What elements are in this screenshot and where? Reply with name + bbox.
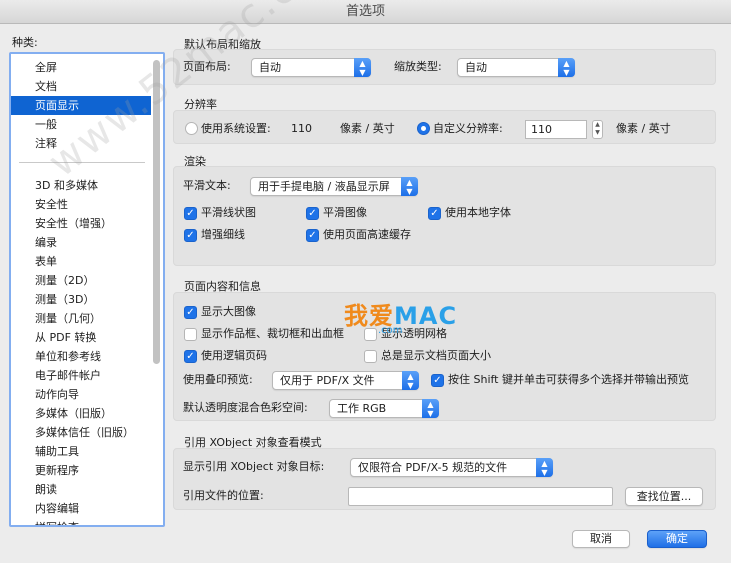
category-item[interactable]: 单位和参考线 xyxy=(11,347,151,366)
resolution-group: 使用系统设置: 110 像素 / 英寸 自定义分辨率: 110 ▲ ▼ 像素 / … xyxy=(173,110,716,144)
use-page-cache-label: 使用页面高速缓存 xyxy=(323,228,411,241)
category-item[interactable]: 内容编辑 xyxy=(11,499,151,518)
category-item[interactable]: 动作向导 xyxy=(11,385,151,404)
custom-resolution-stepper[interactable]: ▲ ▼ xyxy=(592,120,603,139)
system-resolution-radio[interactable] xyxy=(185,122,198,135)
category-item[interactable]: 从 PDF 转换 xyxy=(11,328,151,347)
category-item[interactable]: 多媒体信任（旧版） xyxy=(11,423,151,442)
ref-location-input[interactable] xyxy=(348,487,613,506)
enhance-thin-lines-label: 增强细线 xyxy=(201,228,245,241)
category-item[interactable]: 测量（3D） xyxy=(11,290,151,309)
xobject-group: 显示引用 XObject 对象目标: 仅限符合 PDF/X-5 规范的文件 ▲ ▼… xyxy=(173,448,716,510)
category-item[interactable]: 编录 xyxy=(11,233,151,252)
categories-label: 种类: xyxy=(12,36,38,49)
xobject-target-value: 仅限符合 PDF/X-5 规范的文件 xyxy=(358,461,508,474)
window-title: 首选项 xyxy=(0,0,731,24)
overprint-popup[interactable]: 仅用于 PDF/X 文件 ▲ ▼ xyxy=(272,371,419,390)
shift-key-output-checkbox[interactable]: ✓ xyxy=(431,374,444,387)
page-layout-popup[interactable]: 自动 ▲ ▼ xyxy=(251,58,371,77)
category-item[interactable]: 多媒体（旧版） xyxy=(11,404,151,423)
custom-resolution-input[interactable]: 110 xyxy=(525,120,587,139)
zoom-type-value: 自动 xyxy=(465,61,487,74)
smooth-line-art-label: 平滑线状图 xyxy=(201,206,256,219)
enhance-thin-lines-checkbox[interactable]: ✓ xyxy=(184,229,197,242)
system-resolution-label: 使用系统设置: xyxy=(201,122,271,135)
blend-space-popup[interactable]: 工作 RGB ▲ ▼ xyxy=(329,399,439,418)
smooth-text-popup[interactable]: 用于手提电脑 / 液晶显示屏 ▲ ▼ xyxy=(250,177,418,196)
updown-chevron-icon: ▲ ▼ xyxy=(558,58,575,77)
show-art-trim-bleed-checkbox[interactable] xyxy=(184,328,197,341)
show-large-images-checkbox[interactable]: ✓ xyxy=(184,306,197,319)
blend-space-label: 默认透明度混合色彩空间: xyxy=(183,401,308,414)
custom-resolution-unit: 像素 / 英寸 xyxy=(616,122,671,135)
category-item[interactable]: 电子邮件帐户 xyxy=(11,366,151,385)
smooth-images-checkbox[interactable]: ✓ xyxy=(306,207,319,220)
show-doc-page-size-label: 总是显示文档页面大小 xyxy=(381,349,491,362)
logical-page-numbers-label: 使用逻辑页码 xyxy=(201,349,267,362)
xobject-target-label: 显示引用 XObject 对象目标: xyxy=(183,460,325,473)
zoom-type-popup[interactable]: 自动 ▲ ▼ xyxy=(457,58,575,77)
use-local-fonts-checkbox[interactable]: ✓ xyxy=(428,207,441,220)
custom-resolution-label: 自定义分辨率: xyxy=(433,122,503,135)
layout-group: 页面布局: 自动 ▲ ▼ 缩放类型: 自动 ▲ ▼ xyxy=(173,49,716,85)
category-item[interactable]: 测量（几何） xyxy=(11,309,151,328)
cancel-button[interactable]: 取消 xyxy=(572,530,630,548)
smooth-text-label: 平滑文本: xyxy=(183,179,231,192)
updown-chevron-icon: ▲ ▼ xyxy=(422,399,439,418)
smooth-text-value: 用于手提电脑 / 液晶显示屏 xyxy=(258,180,390,193)
category-item[interactable]: 全屏 xyxy=(11,58,151,77)
category-item[interactable]: 表单 xyxy=(11,252,151,271)
category-item[interactable]: 更新程序 xyxy=(11,461,151,480)
ref-location-label: 引用文件的位置: xyxy=(183,489,264,502)
category-item[interactable]: 安全性（增强） xyxy=(11,214,151,233)
smooth-images-label: 平滑图像 xyxy=(323,206,367,219)
logical-page-numbers-checkbox[interactable]: ✓ xyxy=(184,350,197,363)
overprint-label: 使用叠印预览: xyxy=(183,373,253,386)
updown-chevron-icon: ▲ ▼ xyxy=(401,177,418,196)
overprint-value: 仅用于 PDF/X 文件 xyxy=(280,374,375,387)
blend-space-value: 工作 RGB xyxy=(337,402,387,415)
use-local-fonts-label: 使用本地字体 xyxy=(445,206,511,219)
show-large-images-label: 显示大图像 xyxy=(201,305,256,318)
custom-resolution-radio[interactable] xyxy=(417,122,430,135)
ok-button[interactable]: 确定 xyxy=(647,530,707,548)
xobject-target-popup[interactable]: 仅限符合 PDF/X-5 规范的文件 ▲ ▼ xyxy=(350,458,553,477)
brand-watermark-mac: MAC xyxy=(394,302,458,330)
category-item[interactable]: 辅助工具 xyxy=(11,442,151,461)
category-item[interactable]: 3D 和多媒体 xyxy=(11,176,151,195)
brand-watermark-url: .com xyxy=(378,325,403,336)
updown-chevron-icon: ▲ ▼ xyxy=(536,458,553,477)
category-item[interactable]: 安全性 xyxy=(11,195,151,214)
browse-location-button[interactable]: 查找位置... xyxy=(625,487,703,506)
system-resolution-value: 110 xyxy=(291,122,312,135)
show-art-trim-bleed-label: 显示作品框、裁切框和出血框 xyxy=(201,327,344,340)
system-resolution-unit: 像素 / 英寸 xyxy=(340,122,395,135)
category-item[interactable]: 测量（2D） xyxy=(11,271,151,290)
use-page-cache-checkbox[interactable]: ✓ xyxy=(306,229,319,242)
shift-key-output-label: 按住 Shift 键并单击可获得多个选择并带输出预览 xyxy=(448,373,689,386)
category-item[interactable]: 朗读 xyxy=(11,480,151,499)
category-item[interactable]: 拼写检查 xyxy=(11,518,151,525)
updown-chevron-icon: ▲ ▼ xyxy=(354,58,371,77)
page-layout-value: 自动 xyxy=(259,61,281,74)
updown-chevron-icon: ▲ ▼ xyxy=(402,371,419,390)
smooth-line-art-checkbox[interactable]: ✓ xyxy=(184,207,197,220)
rendering-group: 平滑文本: 用于手提电脑 / 液晶显示屏 ▲ ▼ ✓ 平滑线状图 ✓ 平滑图像 ✓… xyxy=(173,166,716,266)
zoom-type-label: 缩放类型: xyxy=(394,60,442,73)
show-doc-page-size-checkbox[interactable] xyxy=(364,350,377,363)
